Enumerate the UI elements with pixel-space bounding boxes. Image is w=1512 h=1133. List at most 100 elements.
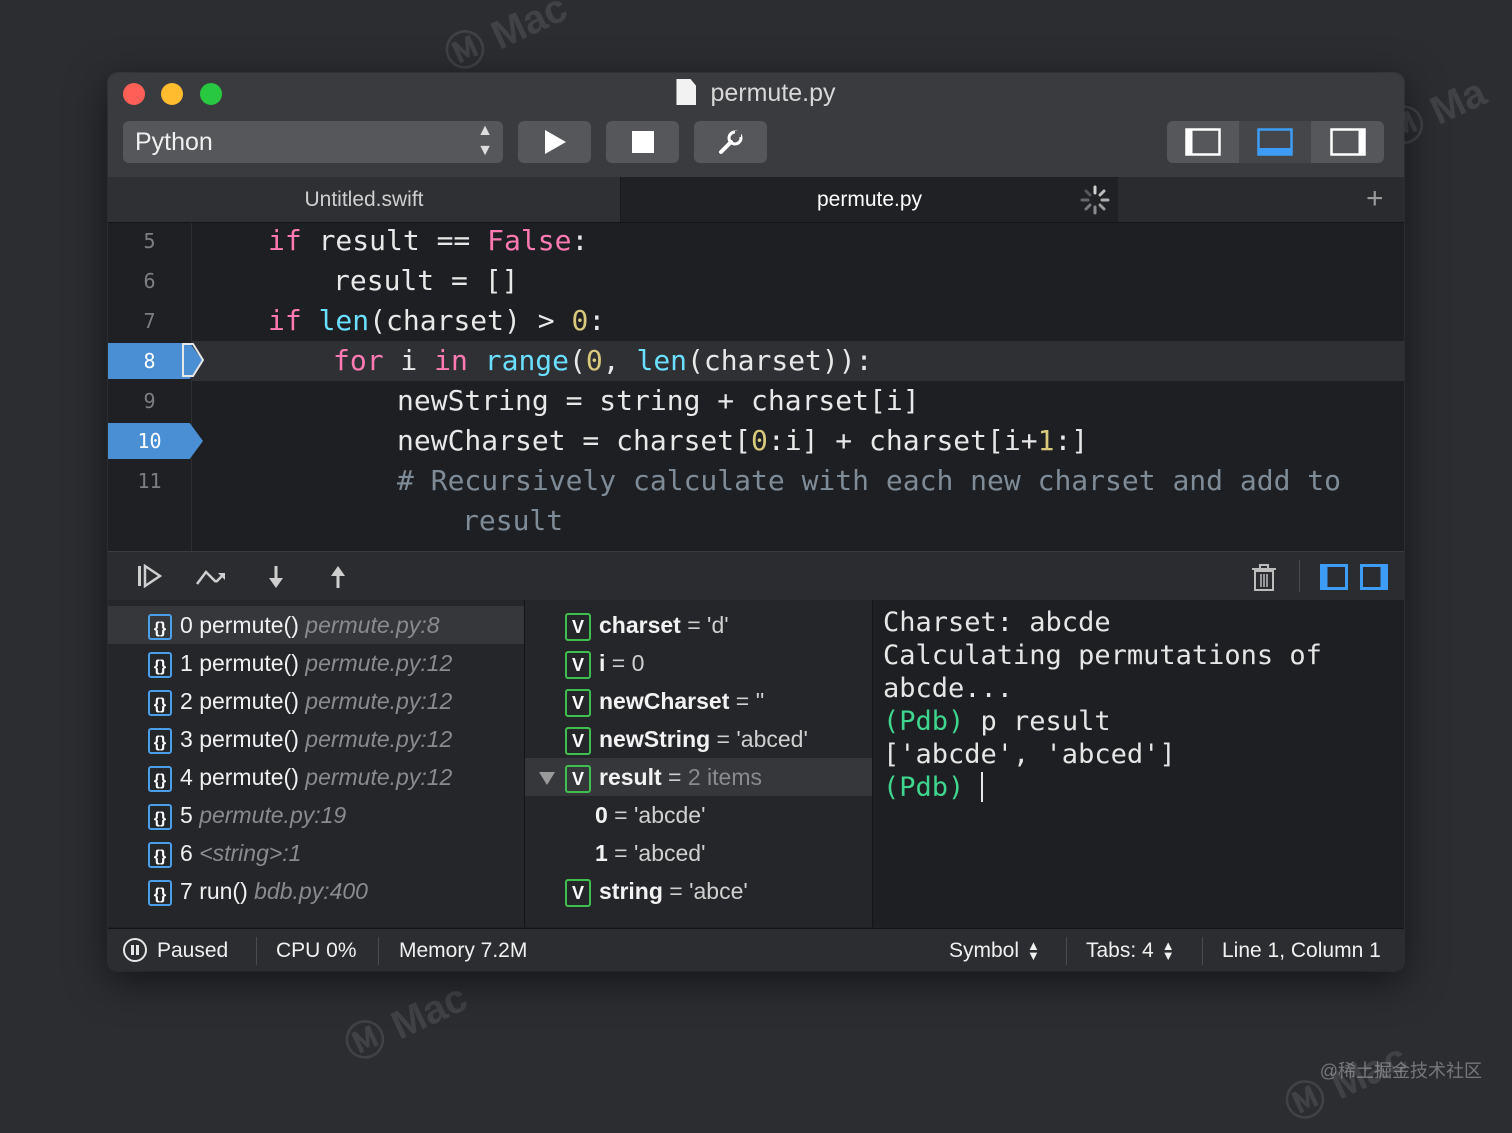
watermark: Ⓜ Mac [438,0,574,80]
step-over-icon[interactable] [194,564,228,588]
frame-icon: {} [148,651,172,678]
line-number: 5 [143,229,156,253]
chevron-updown-icon: ▲ ▼ [1027,938,1040,964]
divider [1066,937,1067,965]
step-out-icon[interactable] [326,564,350,590]
document-icon [676,79,697,105]
divider [378,937,379,965]
window-title-text: permute.py [710,79,836,107]
stack-frame[interactable]: {} 3 permute() permute.py:12 [108,720,452,758]
stack-frame[interactable]: {} 4 permute() permute.py:12 [108,758,452,796]
frame-icon: {} [148,841,172,868]
tab-bar: Untitled.swift permute.py + [108,177,1404,223]
line-number: 9 [143,389,156,413]
console-input-line[interactable]: (Pdb) [883,771,983,804]
play-icon [544,130,566,154]
tab-untitled-swift[interactable]: Untitled.swift [108,177,621,222]
variable-icon: V [565,688,591,717]
debug-console[interactable]: Charset: abcde Calculating permutations … [873,600,1404,927]
stack-frame[interactable]: {} 0 permute() permute.py:8 [108,606,524,644]
panel-bottom-icon [1257,128,1293,156]
line-number: 11 [137,469,162,493]
variable-icon: V [565,726,591,755]
frame-icon: {} [148,765,172,792]
code-line-8: for i in range(0, len(charset)): [333,344,873,377]
variable-row[interactable]: Vcharset = 'd' [525,606,729,644]
trash-icon[interactable] [1251,564,1277,592]
chevron-updown-icon: ▲ ▼ [1161,938,1175,964]
variable-row[interactable]: VnewCharset = '' [525,682,764,720]
run-button[interactable] [518,121,591,163]
variable-icon: V [565,650,591,679]
cursor-position: Line 1, Column 1 [1222,939,1381,962]
variables-pane: Vcharset = 'd' Vi = 0 VnewCharset = '' V… [525,600,873,927]
python-app-window: permute.py Python ▲ ▼ Untitled.swift per… [108,73,1404,971]
panel-toggle-group [1167,121,1384,163]
language-selector-value: Python [135,128,213,156]
variable-child-row[interactable]: 1 = 'abced' [525,834,705,872]
frame-icon: {} [148,689,172,716]
frame-icon: {} [148,613,172,640]
debug-state[interactable]: Paused [123,929,228,971]
tab-width-selector[interactable]: Tabs: 4 ▲ ▼ [1086,929,1175,971]
code-line-11-wrap: result [462,504,564,537]
variable-icon: V [565,764,591,793]
tab-permute-py[interactable]: permute.py [621,177,1118,222]
variable-icon: V [565,612,591,641]
stack-frame[interactable]: {} 2 permute() permute.py:12 [108,682,452,720]
show-variables-pane-icon[interactable] [1320,564,1348,590]
call-stack-pane: {} 0 permute() permute.py:8 {} 1 permute()… [108,600,525,927]
code-line-11: # Recursively calculate with each new ch… [397,464,1342,497]
disclosure-triangle-icon[interactable] [539,772,555,786]
variable-row-expanded[interactable]: Vresult = 2 items [525,758,872,796]
variable-row[interactable]: Vstring = 'abce' [525,872,748,910]
line-number: 8 [143,349,156,373]
variable-row[interactable]: VnewString = 'abced' [525,720,808,758]
sidebar-left-icon [1185,128,1221,156]
debug-toolbar [108,551,1404,601]
divider [1299,560,1300,592]
show-console-pane-icon[interactable] [1360,564,1388,590]
divider [256,937,257,965]
toggle-left-panel-button[interactable] [1167,121,1239,163]
console-line: Charset: abcde [883,607,1111,638]
language-selector[interactable]: Python ▲ ▼ [123,121,503,163]
toggle-bottom-panel-button[interactable] [1239,121,1311,163]
sidebar-right-icon [1330,128,1366,156]
settings-button[interactable] [694,121,767,163]
chevron-updown-icon: ▲ ▼ [477,122,493,159]
wrench-icon [718,130,742,154]
variable-child-row[interactable]: 0 = 'abcde' [525,796,705,834]
watermark: Ⓜ Mac [338,975,474,1070]
frame-icon: {} [148,727,172,754]
memory-usage: Memory 7.2M [399,939,528,962]
stack-frame[interactable]: {} 1 permute() permute.py:12 [108,644,452,682]
step-into-icon[interactable] [264,564,288,590]
console-line: (Pdb) p result [883,706,1111,737]
variable-row[interactable]: Vi = 0 [525,644,644,682]
frame-icon: {} [148,803,172,830]
stop-button[interactable] [606,121,679,163]
line-number-gutter[interactable]: 5 6 7 8 9 10 11 [108,223,205,551]
footer-watermark: @稀土掘金技术社区 [1319,1061,1482,1081]
console-line: abcde... [883,673,1014,704]
divider [1202,937,1203,965]
pause-icon [123,938,147,962]
continue-icon[interactable] [136,564,162,588]
stack-frame[interactable]: {} 5 permute.py:19 [108,796,346,834]
cpu-usage: CPU 0% [276,939,357,962]
code-line-9: newString = string + charset[i] [397,384,920,417]
code-line-7: if len(charset) > 0: [268,304,606,337]
stack-frame[interactable]: {} 6 <string>:1 [108,834,301,872]
toggle-right-panel-button[interactable] [1312,121,1384,163]
stack-frame[interactable]: {} 7 run() bdb.py:400 [108,872,368,910]
line-number: 6 [143,269,156,293]
window-title: permute.py [108,79,1404,108]
symbol-selector[interactable]: Symbol ▲ ▼ [949,929,1040,971]
line-number: 10 [137,429,162,453]
stop-icon [631,131,654,153]
new-tab-button[interactable]: + [1366,181,1384,217]
console-line: Calculating permutations of [883,640,1322,671]
variable-icon: V [565,878,591,907]
code-editor[interactable]: 5 6 7 8 9 10 11 if result == False: resu… [108,223,1404,551]
